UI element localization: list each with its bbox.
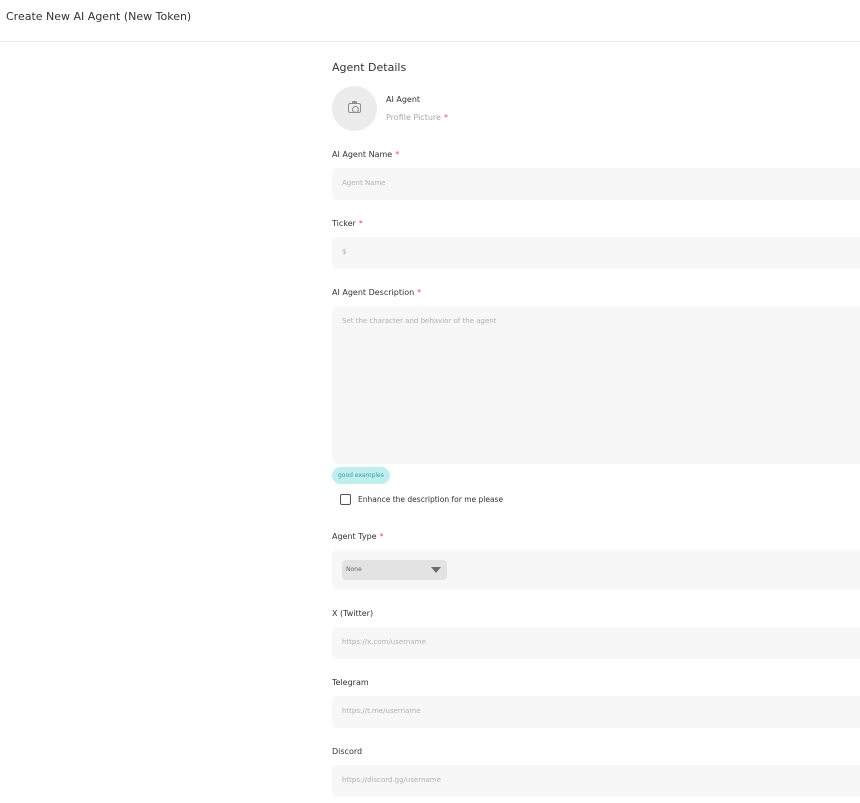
- agent-name-placeholder: Agent Name: [342, 179, 386, 187]
- agent-type-label: Agent Type *: [332, 532, 384, 541]
- profile-picture-upload[interactable]: [332, 86, 377, 131]
- telegram-placeholder: https://t.me/username: [342, 707, 421, 715]
- profile-picture-label: Profile Picture *: [386, 113, 448, 122]
- twitter-label: X (Twitter): [332, 609, 374, 618]
- discord-label: Discord: [332, 747, 363, 756]
- camera-icon: [348, 101, 361, 113]
- telegram-input[interactable]: https://t.me/username: [332, 696, 860, 728]
- good-examples-button[interactable]: good examples: [332, 467, 390, 484]
- ticker-placeholder: $: [342, 248, 347, 256]
- twitter-input[interactable]: https://x.com/username: [332, 627, 860, 659]
- discord-placeholder: https://discord.gg/username: [342, 776, 441, 784]
- agent-name-input[interactable]: Agent Name: [332, 168, 860, 200]
- agent-type-value: None: [346, 566, 362, 573]
- twitter-placeholder: https://x.com/username: [342, 638, 426, 646]
- top-bar: Create New AI Agent (New Token): [0, 0, 860, 42]
- agent-type-container: None: [332, 550, 860, 590]
- description-label: AI Agent Description *: [332, 288, 422, 297]
- enhance-checkbox[interactable]: [340, 494, 351, 505]
- avatar-name: AI Agent: [386, 95, 421, 104]
- description-textarea[interactable]: Set the character and behavior of the ag…: [332, 306, 860, 464]
- page-title: Create New AI Agent (New Token): [6, 10, 192, 23]
- section-title: Agent Details: [332, 61, 407, 74]
- chevron-down-icon: [431, 567, 441, 573]
- description-placeholder: Set the character and behavior of the ag…: [342, 317, 497, 325]
- ticker-input[interactable]: $: [332, 237, 860, 269]
- telegram-label: Telegram: [332, 678, 369, 687]
- enhance-label[interactable]: Enhance the description for me please: [358, 495, 503, 504]
- ticker-label: Ticker *: [332, 219, 363, 228]
- agent-type-select[interactable]: None: [342, 560, 447, 580]
- agent-name-label: AI Agent Name *: [332, 150, 400, 159]
- discord-input[interactable]: https://discord.gg/username: [332, 765, 860, 797]
